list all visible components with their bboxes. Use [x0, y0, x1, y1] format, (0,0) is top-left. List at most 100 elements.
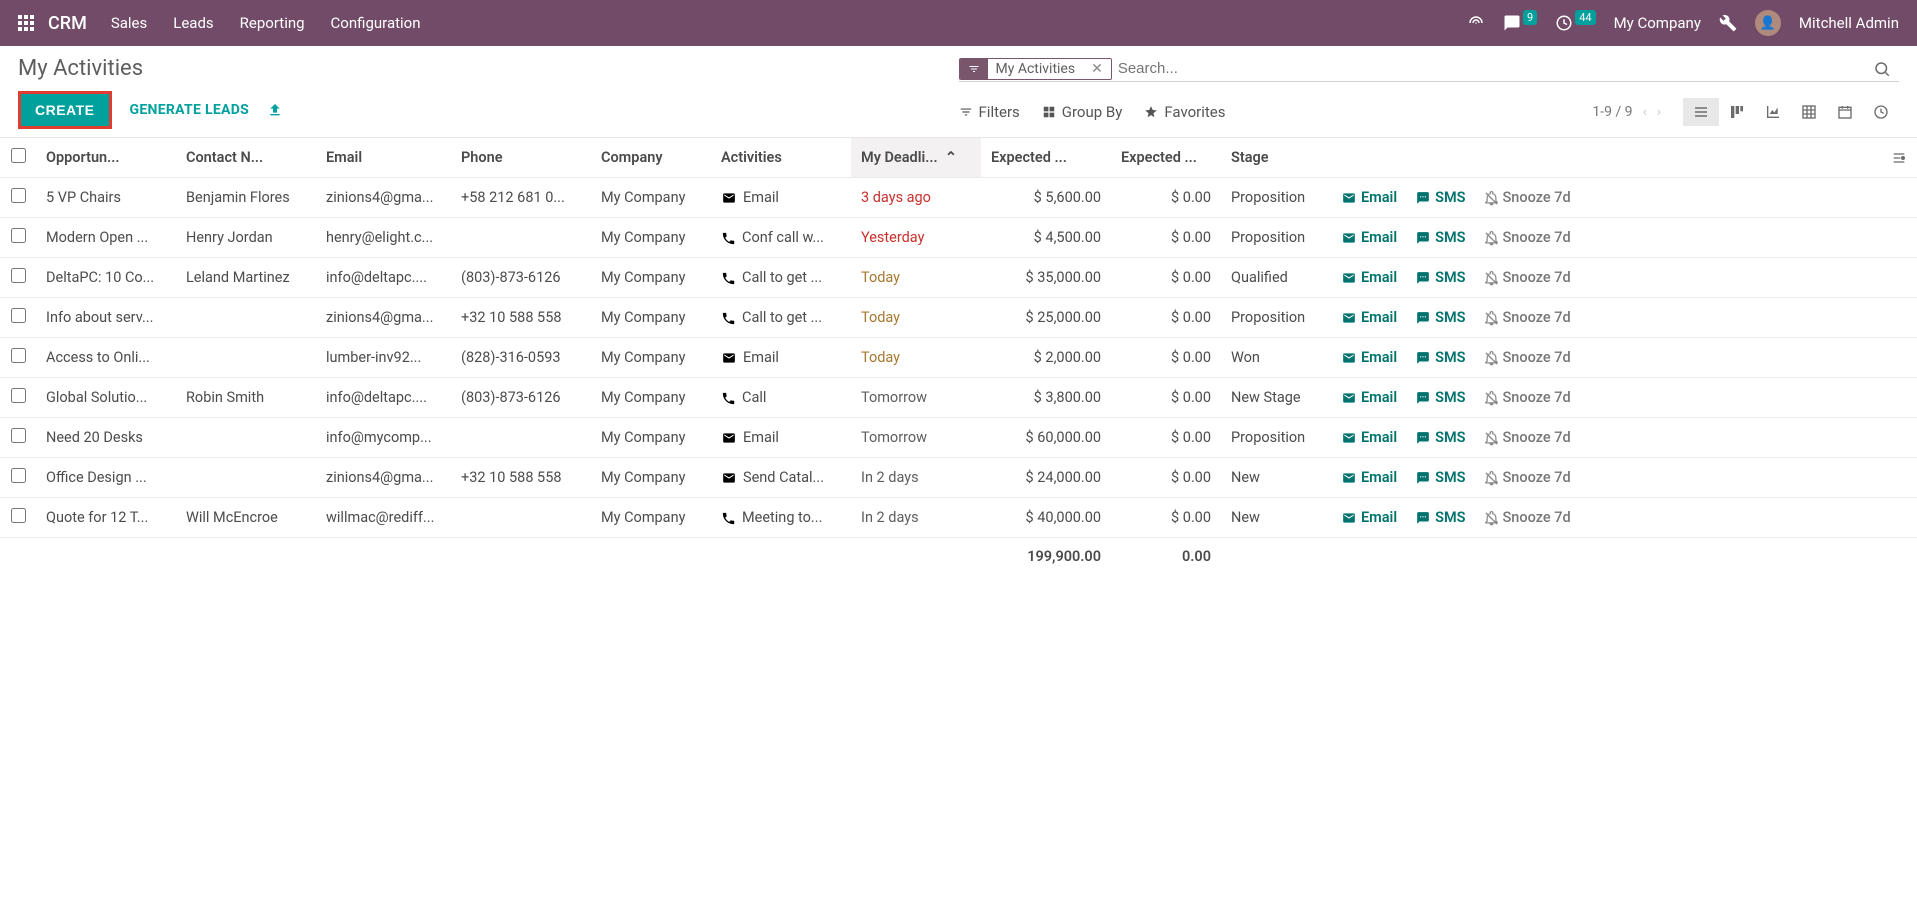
- cell-activity[interactable]: Call to get ...: [711, 258, 851, 298]
- app-brand[interactable]: CRM: [48, 13, 87, 34]
- row-checkbox[interactable]: [0, 498, 36, 538]
- row-sms-button[interactable]: SMS: [1415, 269, 1465, 286]
- pager-prev-icon[interactable]: ‹: [1643, 104, 1647, 120]
- messages-icon[interactable]: 9: [1503, 14, 1537, 32]
- row-email-button[interactable]: Email: [1341, 309, 1397, 326]
- activities-icon[interactable]: 44: [1555, 14, 1595, 32]
- row-email-button[interactable]: Email: [1341, 349, 1397, 366]
- envelope-icon: [721, 189, 737, 206]
- col-deadline[interactable]: My Deadli... ⌃: [851, 138, 981, 178]
- row-snooze-button[interactable]: Snooze 7d: [1484, 469, 1571, 486]
- table-row[interactable]: Global Solutio...Robin Smithinfo@deltapc…: [0, 378, 1917, 418]
- cell-activity[interactable]: Email: [711, 338, 851, 378]
- cell-activity[interactable]: Email: [711, 418, 851, 458]
- search-input[interactable]: [1112, 56, 1865, 81]
- row-email-button[interactable]: Email: [1341, 509, 1397, 526]
- row-sms-button[interactable]: SMS: [1415, 389, 1465, 406]
- row-email-button[interactable]: Email: [1341, 269, 1397, 286]
- row-snooze-button[interactable]: Snooze 7d: [1484, 189, 1571, 206]
- row-sms-button[interactable]: SMS: [1415, 429, 1465, 446]
- row-snooze-button[interactable]: Snooze 7d: [1484, 349, 1571, 366]
- company-switcher[interactable]: My Company: [1614, 14, 1701, 32]
- cell-activity[interactable]: Call: [711, 378, 851, 418]
- view-graph-icon[interactable]: [1755, 98, 1791, 126]
- cell-activity[interactable]: Email: [711, 178, 851, 218]
- generate-leads-button[interactable]: GENERATE LEADS: [130, 102, 250, 118]
- table-row[interactable]: Office Design ...zinions4@gma...+32 10 5…: [0, 458, 1917, 498]
- table-row[interactable]: Need 20 Desksinfo@mycomp...My CompanyEma…: [0, 418, 1917, 458]
- row-snooze-button[interactable]: Snooze 7d: [1484, 429, 1571, 446]
- cell-activity[interactable]: Send Catal...: [711, 458, 851, 498]
- cell-activity[interactable]: Conf call w...: [711, 218, 851, 258]
- row-checkbox[interactable]: [0, 178, 36, 218]
- row-snooze-button[interactable]: Snooze 7d: [1484, 389, 1571, 406]
- row-checkbox[interactable]: [0, 338, 36, 378]
- row-email-button[interactable]: Email: [1341, 389, 1397, 406]
- search-icon[interactable]: [1865, 60, 1899, 78]
- col-expected-revenue[interactable]: Expected ...: [981, 138, 1111, 178]
- col-phone[interactable]: Phone: [451, 138, 591, 178]
- view-kanban-icon[interactable]: [1719, 98, 1755, 126]
- optional-columns-icon[interactable]: [1881, 138, 1917, 178]
- cell-activity[interactable]: Call to get ...: [711, 298, 851, 338]
- facet-remove-icon[interactable]: ✕: [1083, 59, 1111, 79]
- create-button[interactable]: CREATE: [18, 91, 112, 129]
- menu-sales[interactable]: Sales: [111, 14, 147, 32]
- table-row[interactable]: Access to Onli...lumber-inv92...(828)-31…: [0, 338, 1917, 378]
- row-email-button[interactable]: Email: [1341, 229, 1397, 246]
- groupby-button[interactable]: Group By: [1042, 103, 1123, 121]
- col-contact[interactable]: Contact N...: [176, 138, 316, 178]
- view-activity-icon[interactable]: [1863, 98, 1899, 126]
- row-snooze-button[interactable]: Snooze 7d: [1484, 269, 1571, 286]
- col-opportunity[interactable]: Opportun...: [36, 138, 176, 178]
- row-checkbox[interactable]: [0, 298, 36, 338]
- row-checkbox[interactable]: [0, 258, 36, 298]
- pager-next-icon[interactable]: ›: [1657, 104, 1661, 120]
- cell-activity[interactable]: Meeting to...: [711, 498, 851, 538]
- row-sms-button[interactable]: SMS: [1415, 509, 1465, 526]
- select-all-checkbox[interactable]: [0, 138, 36, 178]
- row-checkbox[interactable]: [0, 378, 36, 418]
- col-expected-mrr[interactable]: Expected ...: [1111, 138, 1221, 178]
- row-checkbox[interactable]: [0, 458, 36, 498]
- cell-contact: Robin Smith: [176, 378, 316, 418]
- row-sms-button[interactable]: SMS: [1415, 189, 1465, 206]
- col-stage[interactable]: Stage: [1221, 138, 1331, 178]
- table-row[interactable]: Quote for 12 T...Will McEncroewillmac@re…: [0, 498, 1917, 538]
- table-row[interactable]: DeltaPC: 10 Co...Leland Martinezinfo@del…: [0, 258, 1917, 298]
- col-activities[interactable]: Activities: [711, 138, 851, 178]
- row-snooze-button[interactable]: Snooze 7d: [1484, 309, 1571, 326]
- view-calendar-icon[interactable]: [1827, 98, 1863, 126]
- avatar[interactable]: 👤: [1755, 10, 1781, 36]
- row-checkbox[interactable]: [0, 418, 36, 458]
- view-pivot-icon[interactable]: [1791, 98, 1827, 126]
- user-name[interactable]: Mitchell Admin: [1799, 14, 1899, 32]
- row-sms-button[interactable]: SMS: [1415, 469, 1465, 486]
- table-row[interactable]: 5 VP ChairsBenjamin Floreszinions4@gma..…: [0, 178, 1917, 218]
- row-snooze-button[interactable]: Snooze 7d: [1484, 229, 1571, 246]
- col-company[interactable]: Company: [591, 138, 711, 178]
- filters-button[interactable]: Filters: [959, 103, 1020, 121]
- pager-value[interactable]: 1-9 / 9: [1592, 104, 1632, 120]
- row-snooze-button[interactable]: Snooze 7d: [1484, 509, 1571, 526]
- menu-configuration[interactable]: Configuration: [331, 14, 421, 32]
- menu-reporting[interactable]: Reporting: [240, 14, 305, 32]
- col-email[interactable]: Email: [316, 138, 451, 178]
- table-row[interactable]: Modern Open ...Henry Jordanhenry@elight.…: [0, 218, 1917, 258]
- sms-icon: [1415, 469, 1431, 486]
- row-email-button[interactable]: Email: [1341, 469, 1397, 486]
- table-row[interactable]: Info about serv...zinions4@gma...+32 10 …: [0, 298, 1917, 338]
- row-email-button[interactable]: Email: [1341, 189, 1397, 206]
- row-sms-button[interactable]: SMS: [1415, 349, 1465, 366]
- view-list-icon[interactable]: [1683, 98, 1719, 126]
- row-sms-button[interactable]: SMS: [1415, 229, 1465, 246]
- row-email-button[interactable]: Email: [1341, 429, 1397, 446]
- menu-leads[interactable]: Leads: [173, 14, 213, 32]
- row-sms-button[interactable]: SMS: [1415, 309, 1465, 326]
- row-checkbox[interactable]: [0, 218, 36, 258]
- import-icon[interactable]: [267, 102, 283, 118]
- debug-icon[interactable]: [1719, 14, 1737, 32]
- apps-icon[interactable]: [18, 15, 34, 31]
- voip-icon[interactable]: [1467, 14, 1485, 32]
- favorites-button[interactable]: Favorites: [1144, 103, 1225, 121]
